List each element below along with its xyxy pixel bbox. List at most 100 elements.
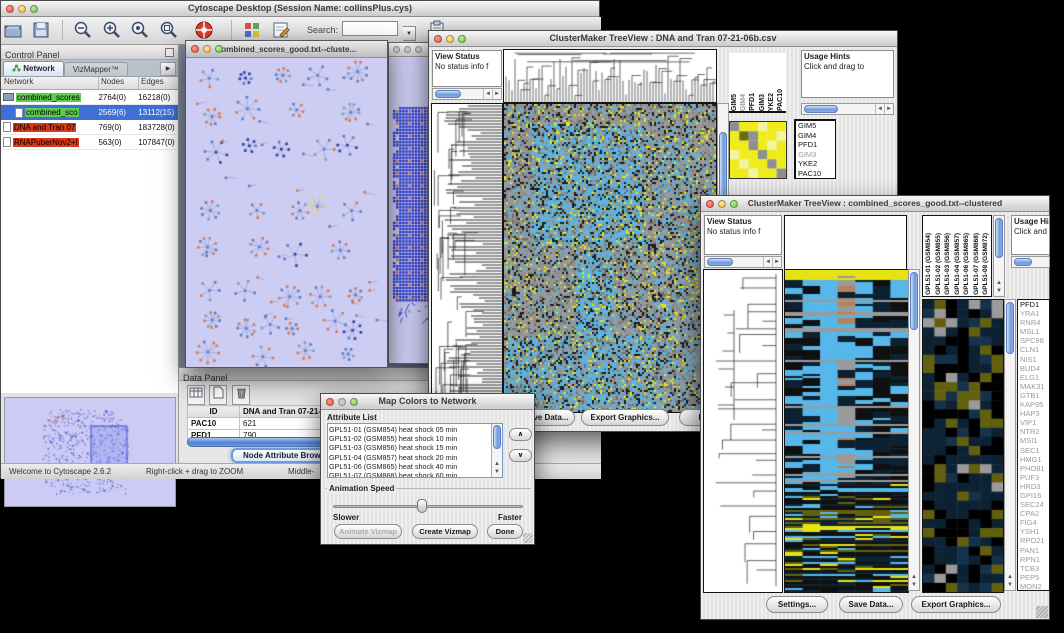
zoom-fit-icon[interactable] <box>129 19 151 41</box>
gene-list-item[interactable]: SEC1 <box>1018 446 1049 455</box>
heatmap-canvas-1[interactable] <box>503 103 717 413</box>
gene-list-item[interactable]: CPA2 <box>1018 509 1049 518</box>
resize-grip[interactable] <box>523 533 533 543</box>
animation-speed-slider-thumb[interactable] <box>417 499 427 513</box>
attribute-list-item[interactable]: GPL51-01 (GSM854) heat shock 05 min <box>329 425 491 434</box>
column-labels-vscrollbar-2[interactable]: ▲▼ <box>993 215 1005 297</box>
float-panel-icon[interactable] <box>165 48 174 57</box>
gene-list-item[interactable]: TCB3 <box>1018 564 1049 573</box>
window-controls[interactable] <box>6 5 38 13</box>
main-titlebar[interactable]: Cytoscape Desktop (Session Name: collins… <box>1 1 599 17</box>
id-column-header[interactable]: ID <box>188 406 240 418</box>
minimize-icon[interactable] <box>338 398 346 406</box>
scroll-right-icon[interactable]: ► <box>772 257 781 267</box>
zoom-window-icon[interactable] <box>215 45 223 53</box>
network-list-row[interactable]: combined_sco2569(6)13112(15) <box>1 105 178 120</box>
zoom-window-icon[interactable] <box>350 398 358 406</box>
tab-vizmapper[interactable]: VizMapper™ <box>64 62 128 76</box>
zoom-heatmap-canvas-2[interactable] <box>922 299 1004 593</box>
gene-list-item[interactable]: RPN1 <box>1018 555 1049 564</box>
gene-list-item[interactable]: HAP3 <box>1018 409 1049 418</box>
close-icon[interactable] <box>191 45 199 53</box>
minimize-icon[interactable] <box>446 35 454 43</box>
row-dendrogram-canvas-1[interactable] <box>431 103 503 413</box>
network-frame-titlebar[interactable]: combined_scores_good.txt--cluste... <box>186 41 387 58</box>
gene-list-item[interactable]: PAN1 <box>1018 546 1049 555</box>
network-list-row[interactable]: combined_scores2764(0)16218(0) <box>1 90 178 105</box>
attribute-list-item[interactable]: GPL51-04 (GSM857) heat shock 20 min <box>329 453 491 462</box>
treeview1-titlebar[interactable]: ClusterMaker TreeView : DNA and Tran 07-… <box>429 31 897 47</box>
attribute-list-item[interactable]: GPL51-03 (GSM856) heat shock 15 min <box>329 443 491 452</box>
done-button[interactable]: Done <box>487 524 523 539</box>
attribute-list-item[interactable]: GPL51-02 (GSM855) heat shock 10 min <box>329 434 491 443</box>
gene-list-item[interactable]: HRD3 <box>1018 482 1049 491</box>
close-icon[interactable] <box>706 200 714 208</box>
gene-list-item[interactable]: ELG1 <box>1018 373 1049 382</box>
scroll-down-icon[interactable]: ▼ <box>494 469 500 475</box>
scroll-right-icon[interactable]: ► <box>492 89 501 99</box>
gene-list-item[interactable]: GIM4 <box>796 131 835 141</box>
birdseye-canvas[interactable] <box>4 397 176 507</box>
dialog-titlebar[interactable]: Map Colors to Network <box>321 394 534 410</box>
gene-list-item[interactable]: GIM3 <box>796 150 835 160</box>
zoom-window-icon[interactable] <box>415 46 422 53</box>
delete-attribute-icon[interactable] <box>232 385 250 405</box>
gene-list-item[interactable]: HMG1 <box>1018 455 1049 464</box>
gene-list-item[interactable]: CLN1 <box>1018 345 1049 354</box>
gene-list-item[interactable]: PUF3 <box>1018 473 1049 482</box>
gene-list-item[interactable]: SPC98 <box>1018 336 1049 345</box>
attribute-list-item[interactable]: GPL51-07 (GSM868) heat shock 60 min <box>329 471 491 478</box>
close-icon[interactable] <box>434 35 442 43</box>
treeview2-titlebar[interactable]: ClusterMaker TreeView : combined_scores_… <box>701 196 1049 212</box>
scroll-down-icon[interactable]: ▼ <box>911 582 917 588</box>
zoom-selected-icon[interactable] <box>158 19 180 41</box>
view-status-hscrollbar-2[interactable]: ◄► <box>704 256 782 268</box>
settings-button[interactable]: Settings... <box>766 596 828 613</box>
gene-list-item[interactable]: RPO21 <box>1018 536 1049 545</box>
tab-overflow-button[interactable]: ▶ <box>160 62 176 76</box>
network-list-row[interactable]: DNA and Tran 07769(0)183728(0) <box>1 120 178 135</box>
scroll-left-icon[interactable]: ◄ <box>483 89 492 99</box>
scroll-up-icon[interactable]: ▲ <box>1007 574 1013 580</box>
export-graphics-button[interactable]: Export Graphics... <box>581 409 669 426</box>
save-session-icon[interactable] <box>30 19 52 41</box>
scroll-left-icon[interactable]: ◄ <box>875 104 884 114</box>
gene-list-item[interactable]: MON2 <box>1018 582 1049 591</box>
new-attribute-icon[interactable] <box>209 385 227 405</box>
open-session-icon[interactable] <box>2 19 24 41</box>
heatmap2-vscrollbar[interactable]: ▲▼ <box>908 269 920 591</box>
search-dropdown-button[interactable]: ▼ <box>403 26 416 41</box>
scroll-up-icon[interactable]: ▲ <box>911 574 917 580</box>
save-data-button[interactable]: Save Data... <box>839 596 903 613</box>
resize-grip[interactable] <box>1036 606 1048 618</box>
gene-list-item[interactable]: NTR2 <box>1018 427 1049 436</box>
animation-speed-slider-track[interactable] <box>333 505 523 508</box>
gene-list-item[interactable]: PFD1 <box>796 140 835 150</box>
gene-list-item[interactable]: GPI16 <box>1018 491 1049 500</box>
minimize-icon[interactable] <box>203 45 211 53</box>
scroll-down-icon[interactable]: ▼ <box>1007 582 1013 588</box>
gene-list-item[interactable]: SEC24 <box>1018 500 1049 509</box>
heatmap-canvas-2[interactable] <box>784 269 909 593</box>
tab-network[interactable]: Network <box>3 61 64 76</box>
network-list-row[interactable]: RNAPuberNov2+I563(0)107847(0) <box>1 135 178 150</box>
network-canvas[interactable] <box>186 58 387 367</box>
annotation-icon[interactable] <box>270 19 292 41</box>
gene-list-item[interactable]: PHO81 <box>1018 464 1049 473</box>
gene-list-item[interactable]: FIG4 <box>1018 518 1049 527</box>
move-attribute-up-button[interactable]: ∧ <box>509 428 532 441</box>
gene-list-item[interactable]: MSL1 <box>1018 327 1049 336</box>
close-icon[interactable] <box>393 46 400 53</box>
gene-list-item[interactable]: YKE2 <box>796 159 835 169</box>
zoom-heatmap-canvas-1[interactable] <box>729 121 787 179</box>
scroll-down-icon[interactable]: ▼ <box>996 288 1002 294</box>
zoom-window-icon[interactable] <box>30 5 38 13</box>
scroll-up-icon[interactable]: ▲ <box>494 461 500 467</box>
attribute-list-item[interactable]: GPL51-06 (GSM865) heat shock 40 min <box>329 462 491 471</box>
search-input[interactable] <box>343 26 397 39</box>
select-attributes-icon[interactable] <box>187 385 205 405</box>
gene-list-item[interactable]: MAK31 <box>1018 382 1049 391</box>
gene-list-item[interactable]: YRA1 <box>1018 309 1049 318</box>
zoom-window-icon[interactable] <box>458 35 466 43</box>
gene-list-item[interactable]: MSI1 <box>1018 436 1049 445</box>
